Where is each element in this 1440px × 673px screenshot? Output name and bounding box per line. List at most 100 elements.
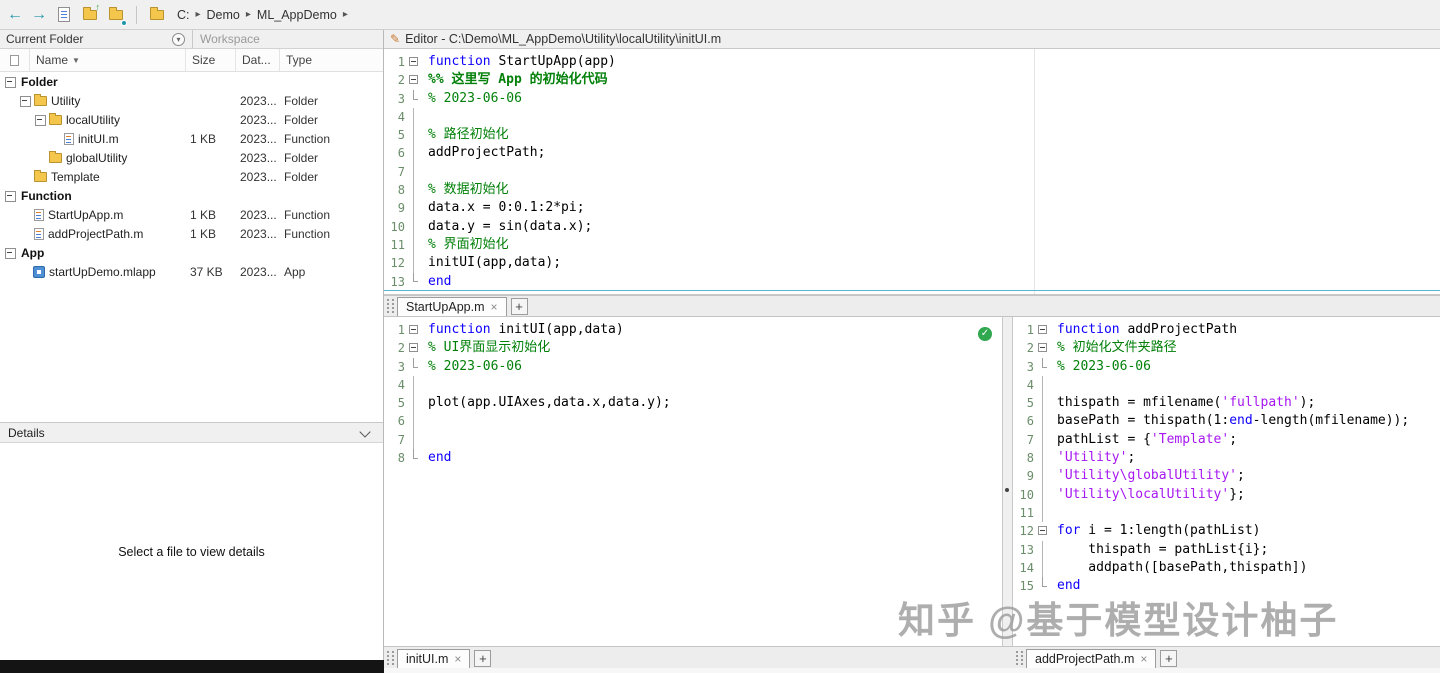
fold-toggle-icon[interactable] <box>1038 325 1047 335</box>
line-number: 9 <box>1026 469 1034 484</box>
code-line[interactable]: 5 % 路径初始化 <box>384 126 1440 145</box>
tree-item-type: Function <box>284 131 331 146</box>
tree-row-addprojectpath-m[interactable]: addProjectPath.m 1 KB 2023... Function <box>0 224 383 243</box>
tab-initui[interactable]: initUI.m × <box>397 649 471 668</box>
code-line[interactable]: 2 %% 这里写 App 的初始化代码 <box>384 71 1440 89</box>
new-document-icon[interactable] <box>54 5 74 25</box>
code-pane-top[interactable]: 1 function StartUpApp(app) 2 %% 这里写 App 的初始… <box>384 49 1440 295</box>
code-line[interactable]: 10 data.y = sin(data.x); <box>384 217 1440 236</box>
collapse-toggle-icon[interactable] <box>19 91 32 110</box>
browse-folder-icon[interactable] <box>106 5 127 26</box>
line-number: 13 <box>390 274 405 289</box>
tab-close-icon[interactable]: × <box>491 300 498 314</box>
fold-toggle-icon[interactable] <box>409 343 418 353</box>
tree-row-startupdemo-mlapp[interactable]: startUpDemo.mlapp 37 KB 2023... App <box>0 262 383 281</box>
code-line[interactable]: 4 <box>384 375 1002 395</box>
fold-toggle-icon[interactable] <box>409 57 418 67</box>
code-line[interactable]: 13 thispath = pathList{i}; <box>1013 540 1440 559</box>
collapse-toggle-icon[interactable] <box>4 72 17 91</box>
tree-row-globalutility[interactable]: globalUtility 2023... Folder <box>0 148 383 167</box>
breadcrumb-item[interactable]: ML_AppDemo <box>257 8 337 22</box>
code-line[interactable]: 11 % 界面初始化 <box>384 235 1440 255</box>
tree-row-function[interactable]: Function <box>0 186 383 205</box>
code-line[interactable]: 8 'Utility'; <box>1013 449 1440 468</box>
panel-menu-button[interactable]: ▾ <box>172 33 185 46</box>
code-line[interactable]: 4 <box>1013 375 1440 395</box>
code-line[interactable]: 13 end <box>384 272 1440 291</box>
workspace-tab[interactable]: Workspace <box>200 32 260 46</box>
fold-end-icon <box>1042 577 1047 588</box>
file-icon-column-header[interactable] <box>0 49 30 71</box>
new-tab-button[interactable]: + <box>474 650 492 667</box>
code-line[interactable]: 10 'Utility\localUtility'}; <box>1013 485 1440 504</box>
code-line[interactable]: 7 pathList = {'Template'; <box>1013 430 1440 450</box>
code-line[interactable]: 11 <box>1013 503 1440 523</box>
code-line[interactable]: 3 % 2023-06-06 <box>384 89 1440 108</box>
tree-row-template[interactable]: Template 2023... Folder <box>0 167 383 186</box>
code-line[interactable]: 8 end <box>384 449 1002 467</box>
tree-row-folder[interactable]: Folder <box>0 72 383 91</box>
code-line[interactable]: 9 data.x = 0:0.1:2*pi; <box>384 199 1440 218</box>
up-one-level-icon[interactable]: ↑ <box>80 2 100 25</box>
chevron-down-icon[interactable] <box>359 426 371 438</box>
forward-icon[interactable]: → <box>30 6 48 24</box>
code-line[interactable]: 7 <box>384 430 1002 450</box>
tab-grip-icon[interactable] <box>387 299 394 313</box>
tab-close-icon[interactable]: × <box>454 652 461 666</box>
code-line[interactable]: 3 % 2023-06-06 <box>384 357 1002 376</box>
collapse-toggle-icon[interactable] <box>34 110 47 129</box>
details-header[interactable]: Details <box>0 422 383 443</box>
breadcrumb-item[interactable]: C: <box>177 8 190 22</box>
type-column-header[interactable]: Type <box>280 49 384 71</box>
code-line[interactable]: 6 basePath = thispath(1:end-length(mfilen… <box>1013 412 1440 431</box>
code-line[interactable]: 7 <box>384 162 1440 182</box>
fold-toggle-icon[interactable] <box>409 75 418 85</box>
fold-line <box>413 412 414 431</box>
code-line[interactable]: 5 thispath = mfilename('fullpath'); <box>1013 394 1440 413</box>
tree-row-localutility[interactable]: localUtility 2023... Folder <box>0 110 383 129</box>
tree-row-utility[interactable]: Utility 2023... Folder <box>0 91 383 110</box>
code-line[interactable]: 6 <box>384 412 1002 431</box>
tree-row-startupapp-m[interactable]: StartUpApp.m 1 KB 2023... Function <box>0 205 383 224</box>
folder-icon <box>49 150 62 163</box>
code-line[interactable]: 3 % 2023-06-06 <box>1013 357 1440 376</box>
code-line[interactable]: 2 % UI界面显示初始化 <box>384 339 1002 357</box>
collapse-toggle-icon[interactable] <box>4 186 17 205</box>
code-line[interactable]: 5 plot(app.UIAxes,data.x,data.y); <box>384 394 1002 413</box>
folder-icon <box>34 93 47 106</box>
tree-row-initui-m[interactable]: initUI.m 1 KB 2023... Function <box>0 129 383 148</box>
tree-row-app[interactable]: App <box>0 243 383 262</box>
code-line[interactable]: 6 addProjectPath; <box>384 144 1440 163</box>
fold-toggle-icon[interactable] <box>1038 526 1047 536</box>
code-line[interactable]: 12 for i = 1:length(pathList) <box>1013 522 1440 540</box>
tab-grip-icon[interactable] <box>387 651 394 665</box>
code-line[interactable]: 12 initUI(app,data); <box>384 254 1440 273</box>
code-line[interactable]: 8 % 数据初始化 <box>384 181 1440 200</box>
tab-close-icon[interactable]: × <box>1140 652 1147 666</box>
splitter-handle-icon[interactable] <box>1005 488 1009 492</box>
code-line[interactable]: 1 function initUI(app,data) <box>384 321 1002 339</box>
fold-toggle-icon[interactable] <box>1038 343 1047 353</box>
tab-grip-icon[interactable] <box>1016 651 1023 665</box>
new-tab-button[interactable]: + <box>510 298 528 315</box>
fold-line <box>1042 375 1043 395</box>
new-tab-button[interactable]: + <box>1160 650 1178 667</box>
code-text: % 2023-06-06 <box>428 90 522 106</box>
code-line[interactable]: 2 % 初始化文件夹路径 <box>1013 339 1440 357</box>
tab-addprojectpath[interactable]: addProjectPath.m × <box>1026 649 1157 668</box>
code-line[interactable]: 1 function addProjectPath <box>1013 321 1440 339</box>
name-column-header[interactable]: Name ▼ <box>30 49 186 71</box>
fold-line <box>1042 449 1043 468</box>
code-line[interactable]: 9 'Utility\globalUtility'; <box>1013 467 1440 486</box>
fold-toggle-icon[interactable] <box>409 325 418 335</box>
tab-startupapp[interactable]: StartUpApp.m × <box>397 297 507 316</box>
code-line[interactable]: 1 function StartUpApp(app) <box>384 53 1440 71</box>
breadcrumb-item[interactable]: Demo <box>207 8 240 22</box>
code-line[interactable]: 4 <box>384 107 1440 127</box>
size-column-header[interactable]: Size <box>186 49 236 71</box>
code-line[interactable]: 14 addpath([basePath,thispath]) <box>1013 558 1440 578</box>
back-icon[interactable]: ← <box>6 6 24 24</box>
date-column-header[interactable]: Dat... <box>236 49 280 71</box>
collapse-toggle-icon[interactable] <box>4 243 17 262</box>
